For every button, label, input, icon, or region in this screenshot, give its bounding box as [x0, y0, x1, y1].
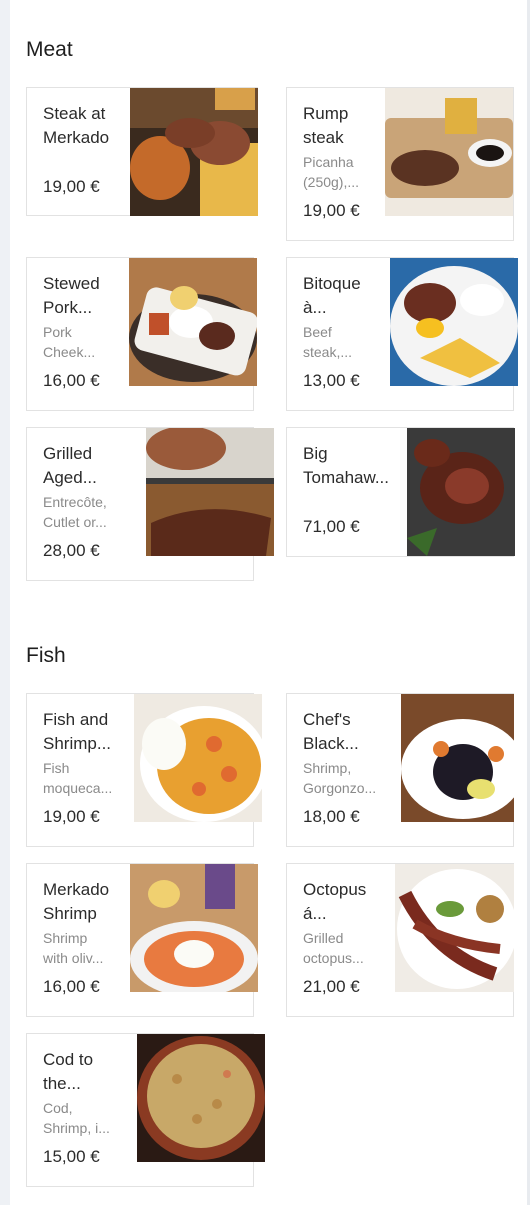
item-price: 19,00 €: [43, 177, 100, 196]
dish-photo: [385, 88, 513, 216]
dish-photo: [129, 258, 257, 386]
dish-photo: [137, 1034, 265, 1162]
dish-photo: [130, 864, 258, 992]
dish-photo: [146, 428, 274, 556]
item-name: Steak at Merkado: [43, 104, 110, 147]
item-price: 13,00 €: [303, 371, 360, 390]
menu-item-card[interactable]: Merkado Shrimp Shrimp with oliv... 16,00 €: [26, 863, 258, 1017]
item-price: 21,00 €: [303, 977, 360, 996]
item-name: Cod to the...: [43, 1050, 94, 1093]
menu-item-card[interactable]: Steak at Merkado 19,00 €: [26, 87, 258, 216]
item-name: Bitoque à...: [303, 274, 361, 317]
dish-photo: [390, 258, 518, 386]
menu-item-card[interactable]: Bitoque à... Beef steak,... 13,00 €: [286, 257, 518, 411]
item-price: 71,00 €: [303, 517, 360, 536]
item-description: Shrimp, Gorgonzo...: [303, 760, 377, 796]
item-name: Merkado Shrimp: [43, 880, 110, 923]
menu-item-card[interactable]: Grilled Aged... Entrecôte, Cutlet or... 28…: [26, 427, 274, 581]
menu-item-card[interactable]: Fish and Shrimp... Fish moqueca... 19,00 €: [26, 693, 262, 847]
dish-photo: [134, 694, 262, 822]
section-title-fish: Fish: [26, 644, 66, 667]
item-name: Chef's Black...: [303, 710, 359, 753]
section-title-meat: Meat: [26, 38, 73, 61]
dish-photo: [395, 864, 514, 992]
item-description: Entrecôte, Cutlet or...: [43, 494, 107, 530]
menu-item-card[interactable]: Octopus á... Grilled octopus... 21,00 €: [286, 863, 514, 1017]
item-price: 19,00 €: [303, 201, 360, 220]
item-description: Cod, Shrimp, i...: [43, 1100, 110, 1136]
item-name: Octopus á...: [303, 880, 367, 923]
item-price: 16,00 €: [43, 977, 100, 996]
item-name: Fish and Shrimp...: [43, 710, 112, 753]
item-price: 28,00 €: [43, 541, 100, 560]
dish-photo: [130, 88, 258, 216]
item-description: Fish moqueca...: [43, 760, 113, 796]
item-price: 18,00 €: [303, 807, 360, 826]
menu-item-card[interactable]: Cod to the... Cod, Shrimp, i... 15,00 €: [26, 1033, 265, 1187]
item-description: Grilled octopus...: [303, 930, 364, 966]
item-description: Beef steak,...: [303, 324, 353, 360]
menu-item-card[interactable]: Big Tomahaw... 71,00 €: [286, 427, 515, 557]
item-price: 19,00 €: [43, 807, 100, 826]
dish-photo: [401, 694, 514, 822]
item-description: Picanha (250g),...: [303, 154, 360, 190]
item-name: Stewed Pork...: [43, 274, 100, 317]
page-left-gutter: [0, 0, 10, 1205]
dish-photo: [407, 428, 515, 556]
item-description: Shrimp with oliv...: [43, 930, 104, 966]
menu-item-card[interactable]: Rump steak Picanha (250g),... 19,00 €: [286, 87, 514, 241]
item-name: Rump steak: [303, 104, 349, 147]
item-name: Big Tomahaw...: [303, 444, 389, 487]
item-name: Grilled Aged...: [43, 444, 97, 487]
item-price: 16,00 €: [43, 371, 100, 390]
menu-item-card[interactable]: Chef's Black... Shrimp, Gorgonzo... 18,00 …: [286, 693, 514, 847]
menu-item-card[interactable]: Stewed Pork... Pork Cheek... 16,00 €: [26, 257, 257, 411]
item-description: Pork Cheek...: [43, 324, 96, 360]
item-price: 15,00 €: [43, 1147, 100, 1166]
